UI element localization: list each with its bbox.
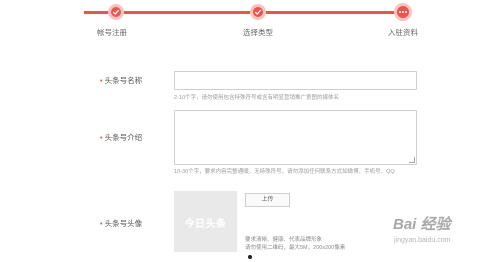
watermark-url: jingyan.baidu.com (394, 237, 451, 244)
progress-stepper: 帐号注册 选择类型 入驻资料 (0, 0, 500, 40)
intro-field-label: • 头条号介绍 (100, 133, 143, 142)
resize-grip-icon[interactable] (409, 157, 415, 163)
step-1-label: 帐号注册 (97, 28, 127, 37)
cursor-dot (248, 255, 252, 259)
baidu-jingyan-watermark: Bai 经验 jingyan.baidu.com (393, 213, 493, 257)
avatar-placeholder: 今日头条 (174, 191, 237, 252)
name-field-label: • 头条号名称 (100, 76, 143, 85)
avatar-field-label: • 头条号头像 (100, 219, 143, 228)
name-hint: 2-10个字，请勿使用包含特殊符号或含有明显营销推广意图的媒体名 (174, 95, 340, 101)
step-3-label: 入驻资料 (388, 28, 418, 37)
step-1-check-icon (108, 4, 124, 20)
name-input[interactable] (174, 71, 417, 90)
step-connector (266, 11, 396, 14)
step-3-more-icon (394, 3, 412, 21)
required-mark: • (100, 219, 103, 228)
step-2-label: 选择类型 (243, 28, 273, 37)
required-mark: • (100, 133, 103, 142)
upload-button[interactable]: 上传 (245, 193, 290, 207)
required-mark: • (100, 76, 103, 85)
intro-textarea[interactable] (174, 110, 417, 165)
step-2-check-icon (250, 4, 266, 20)
avatar-placeholder-text: 今日头条 (184, 219, 227, 230)
intro-hint: 10-30个字，要求内容完整通顺，无特殊符号，请勿添加任何联系方式如微博、手机号… (174, 169, 395, 175)
watermark-logo-text: Bai 经验 (393, 216, 451, 233)
